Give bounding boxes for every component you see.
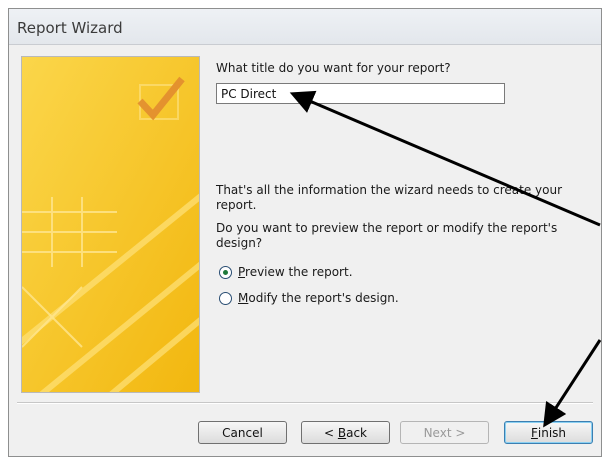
radio-button-selected[interactable] xyxy=(219,265,232,279)
cancel-button[interactable]: Cancel xyxy=(198,421,287,444)
preview-option-label: Preview the report. xyxy=(238,265,353,279)
title-bar: Report Wizard xyxy=(9,9,601,45)
title-question-label: What title do you want for your report? xyxy=(216,61,451,75)
radio-preview-report[interactable]: Preview the report. xyxy=(219,265,353,279)
info-line-2: report. xyxy=(216,198,257,212)
footer-separator xyxy=(17,402,593,404)
finish-button[interactable]: Finish xyxy=(504,421,593,444)
info-line-1: That's all the information the wizard ne… xyxy=(216,183,563,197)
wizard-graphic xyxy=(21,56,200,393)
report-wizard-dialog: Report Wizard What title do you want for… xyxy=(8,8,602,457)
modify-option-label: Modify the report's design. xyxy=(238,291,399,305)
report-title-input[interactable] xyxy=(216,83,505,104)
back-button[interactable]: < Back xyxy=(301,421,390,444)
next-button[interactable]: Next > xyxy=(400,421,489,444)
preview-question-line-1: Do you want to preview the report or mod… xyxy=(216,221,558,235)
preview-question-line-2: design? xyxy=(216,236,263,250)
radio-button-unselected[interactable] xyxy=(219,291,232,305)
window-title: Report Wizard xyxy=(17,19,123,37)
radio-modify-design[interactable]: Modify the report's design. xyxy=(219,291,399,305)
